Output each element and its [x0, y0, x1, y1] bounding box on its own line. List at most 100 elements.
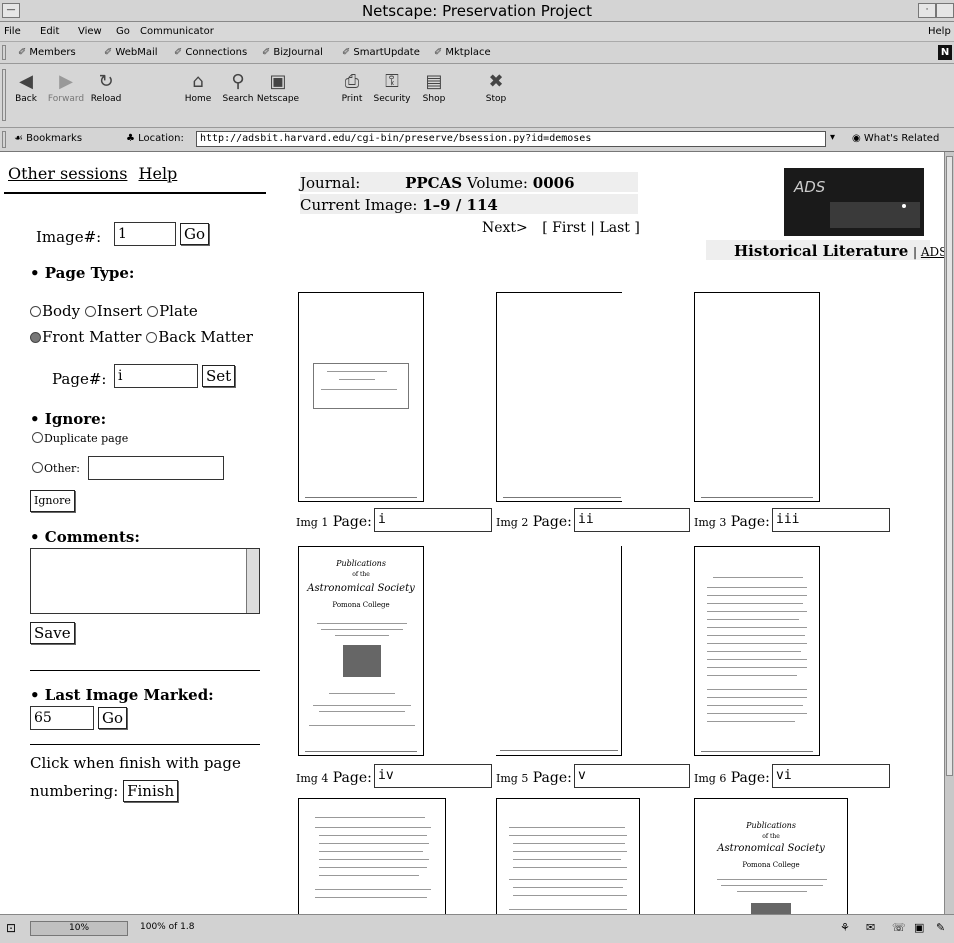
- help-link[interactable]: Help: [139, 164, 178, 183]
- netscape-button[interactable]: ▣ Netscape: [256, 70, 300, 104]
- page-input-img-5[interactable]: v: [574, 764, 690, 788]
- pub-title-3: Astronomical Society: [717, 843, 825, 854]
- bookmark-bizjournal[interactable]: ✐ BizJournal: [262, 47, 323, 58]
- security-button[interactable]: ⚿ Security: [370, 70, 414, 104]
- comments-textarea[interactable]: [30, 548, 260, 614]
- forward-button[interactable]: ▶ Forward: [44, 70, 88, 104]
- page-input-img-2[interactable]: ii: [574, 508, 690, 532]
- scrollbar-thumb[interactable]: [946, 156, 953, 776]
- save-button[interactable]: Save: [30, 622, 75, 644]
- security-lock-icon[interactable]: ⊡: [6, 921, 16, 935]
- thumbnail-img-5[interactable]: [496, 546, 622, 756]
- front-matter-radio-label: Front Matter: [42, 328, 142, 346]
- pub-title-2: of the: [762, 833, 780, 840]
- page-input-img-1[interactable]: i: [374, 508, 492, 532]
- bookmark-members[interactable]: ✐ Members: [18, 47, 76, 58]
- whats-related-button[interactable]: ◉ What's Related: [852, 133, 939, 144]
- ignore-button[interactable]: Ignore: [30, 490, 75, 512]
- page-input-img-3[interactable]: iii: [772, 508, 890, 532]
- last-image-input[interactable]: 65: [30, 706, 94, 730]
- text-line: [513, 867, 627, 868]
- toolbar-grip[interactable]: [2, 131, 6, 148]
- forward-arrow-icon: ▶: [59, 71, 73, 92]
- thumbnail-img-4[interactable]: Publications of the Astronomical Society…: [298, 546, 424, 756]
- img-label: Img 1: [296, 516, 329, 529]
- maximize-button[interactable]: [936, 3, 954, 18]
- back-matter-radio-label: Back Matter: [158, 328, 253, 346]
- page-input-img-6[interactable]: vi: [772, 764, 890, 788]
- vertical-scrollbar[interactable]: [944, 152, 954, 914]
- plate-radio-label: Plate: [159, 302, 198, 320]
- thumbnail-img-9[interactable]: Publications of the Astronomical Society…: [694, 798, 848, 914]
- toolbar-grip[interactable]: [2, 45, 6, 60]
- current-image-label: Current Image:: [300, 196, 418, 214]
- duplicate-radio[interactable]: [32, 432, 43, 443]
- thumbnail-img-6[interactable]: [694, 546, 820, 756]
- component-bar-composer-icon[interactable]: ▣: [914, 921, 924, 934]
- plate-radio[interactable]: [147, 306, 159, 317]
- ads-link[interactable]: ADS: [921, 245, 944, 259]
- menu-go[interactable]: Go: [116, 26, 130, 37]
- bookmark-icon: ✐: [262, 47, 271, 58]
- bookmark-connections[interactable]: ✐ Connections: [174, 47, 247, 58]
- last-image-go-button[interactable]: Go: [98, 707, 128, 729]
- building-illustration: [343, 645, 381, 677]
- text-line: [509, 879, 627, 880]
- image-number-input[interactable]: 1: [114, 222, 176, 246]
- bookmark-mktplace[interactable]: ✐ Mktplace: [434, 47, 491, 58]
- bookmark-webmail[interactable]: ✐ WebMail: [104, 47, 158, 58]
- page-input-img-4[interactable]: iv: [374, 764, 492, 788]
- back-button[interactable]: ◀ Back: [4, 70, 48, 104]
- thumbnail-img-3[interactable]: [694, 292, 820, 502]
- thumbnail-img-1[interactable]: [298, 292, 424, 502]
- search-button[interactable]: ⚲ Search: [216, 70, 260, 104]
- home-button[interactable]: ⌂ Home: [176, 70, 220, 104]
- stop-button[interactable]: ✖ Stop: [474, 70, 518, 104]
- menu-communicator[interactable]: Communicator: [140, 26, 214, 37]
- page-number-input[interactable]: i: [114, 364, 198, 388]
- comments-scrollbar[interactable]: [246, 549, 259, 613]
- back-matter-radio[interactable]: [146, 332, 158, 343]
- shop-button[interactable]: ▤ Shop: [412, 70, 456, 104]
- thumbnail-img-2[interactable]: [496, 292, 622, 502]
- other-sessions-link[interactable]: Other sessions: [8, 164, 127, 183]
- text-line: [707, 627, 807, 628]
- menu-help[interactable]: Help: [928, 26, 951, 37]
- img-label: Img 5: [496, 772, 529, 785]
- bookmark-icon: ✐: [342, 47, 351, 58]
- front-matter-radio[interactable]: [30, 332, 41, 343]
- security-label: Security: [373, 94, 411, 104]
- finish-button[interactable]: Finish: [123, 780, 179, 802]
- first-last-links[interactable]: [ First | Last ]: [542, 220, 640, 236]
- pub-title-4: Pomona College: [332, 601, 390, 609]
- thumbnail-img-7[interactable]: [298, 798, 446, 914]
- menu-view[interactable]: View: [78, 26, 102, 37]
- minimize-button[interactable]: ·: [918, 3, 936, 18]
- thumbnail-img-8[interactable]: [496, 798, 640, 914]
- other-radio[interactable]: [32, 462, 43, 473]
- insert-radio[interactable]: [84, 306, 96, 317]
- component-bar-edit-icon[interactable]: ✎: [936, 921, 945, 934]
- search-icon: ⚲: [231, 71, 245, 92]
- next-link[interactable]: Next>: [482, 220, 528, 236]
- other-reason-input[interactable]: [88, 456, 224, 480]
- url-input[interactable]: http://adsbit.harvard.edu/cgi-bin/preser…: [196, 131, 826, 147]
- bookmarks-button[interactable]: ☙ Bookmarks: [14, 133, 82, 144]
- page-word: Page:: [332, 770, 372, 786]
- component-bar-discussion-icon[interactable]: ☏: [892, 921, 906, 934]
- component-bar-mail-icon[interactable]: ✉: [866, 921, 875, 934]
- image-go-button[interactable]: Go: [180, 223, 210, 245]
- menu-file[interactable]: File: [4, 26, 21, 37]
- component-bar-navigator-icon[interactable]: ⚘: [840, 921, 850, 934]
- reload-button[interactable]: ↻ Reload: [84, 70, 128, 104]
- body-radio[interactable]: [30, 306, 41, 317]
- menu-edit[interactable]: Edit: [40, 26, 59, 37]
- netscape-n-icon[interactable]: N: [938, 45, 952, 60]
- print-button[interactable]: ⎙ Print: [330, 70, 374, 104]
- page-content: Other sessions Help Image#: 1 Go • Page …: [0, 152, 944, 914]
- bookmark-smartupdate[interactable]: ✐ SmartUpdate: [342, 47, 420, 58]
- ads-nasa-logo[interactable]: ADS: [784, 168, 924, 236]
- set-button[interactable]: Set: [202, 365, 236, 387]
- location-dropdown-icon[interactable]: ▾: [830, 132, 835, 143]
- page-word: Page:: [532, 770, 572, 786]
